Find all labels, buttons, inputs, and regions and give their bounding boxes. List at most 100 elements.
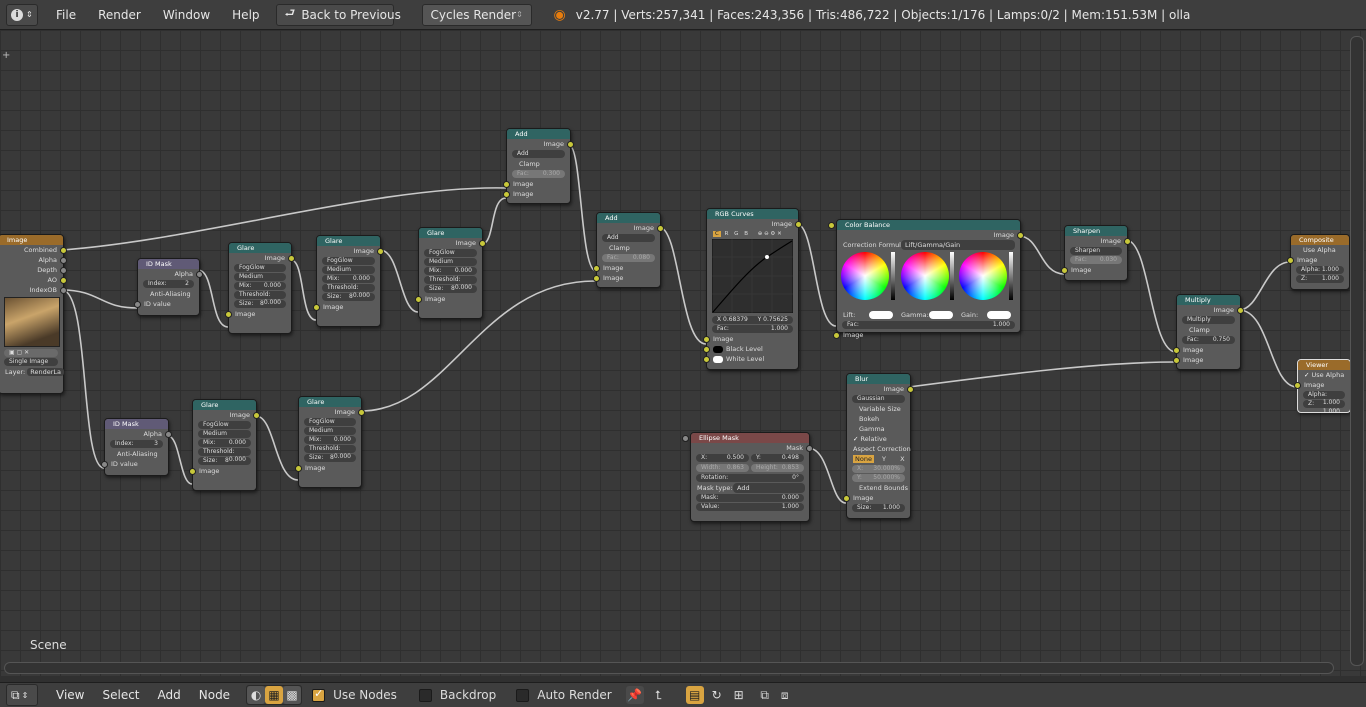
use-alpha-checkbox[interactable]: Use Alpha — [1291, 245, 1349, 255]
glare-type-select[interactable]: FogGlow — [322, 257, 375, 265]
quality-select[interactable]: Medium — [198, 430, 251, 438]
backdrop-toggle[interactable]: Backdrop — [418, 688, 496, 702]
lift-color-wheel[interactable] — [841, 252, 889, 300]
parent-tree-icon[interactable]: ⮤ — [650, 686, 668, 704]
gamma-checkbox[interactable]: Gamma — [847, 424, 910, 434]
mix-field[interactable]: Mix: 0.000 — [198, 439, 251, 447]
menu-select[interactable]: Select — [94, 685, 147, 705]
glare-type-select[interactable]: FogGlow — [198, 421, 251, 429]
blend-type-select[interactable]: Add — [602, 234, 655, 242]
lift-value-slider[interactable] — [891, 252, 895, 300]
mix-field[interactable]: Mix: 0.000 — [424, 267, 477, 275]
threshold-field[interactable]: Threshold: 0.000 — [322, 284, 375, 299]
aspect-correction-toggle[interactable]: None Y X — [847, 454, 910, 464]
fac-field[interactable]: Fac: 0.080 — [602, 254, 655, 262]
menu-view[interactable]: View — [48, 685, 92, 705]
variable-size-checkbox[interactable]: Variable Size — [847, 404, 910, 414]
bokeh-checkbox[interactable]: Bokeh — [847, 414, 910, 424]
texture-tree-icon[interactable]: ▩ — [283, 686, 302, 704]
paste-icon[interactable]: ⧈ — [776, 686, 794, 704]
gain-color-wheel[interactable] — [959, 252, 1007, 300]
gamma-swatch[interactable] — [929, 311, 953, 319]
clamp-checkbox[interactable]: Clamp — [507, 159, 570, 169]
correction-formula-select[interactable]: Lift/Gamma/Gain — [901, 240, 1015, 250]
x-field[interactable]: X: 30.000% — [852, 465, 905, 473]
menu-add[interactable]: Add — [150, 685, 189, 705]
image-source-select[interactable]: Single Image — [4, 358, 58, 366]
node-ellipse-mask[interactable]: Ellipse Mask Mask X: 0.500 Y: 0.498 Width:… — [682, 432, 813, 522]
vertical-scrollbar[interactable] — [1350, 36, 1364, 666]
zoom-icon[interactable]: ⊕ ⊖ ⚙ ✕ — [758, 231, 782, 237]
image-datablock-field[interactable]: ▣ ▢ ✕ — [4, 349, 58, 357]
lift-swatch[interactable] — [869, 311, 893, 319]
snap-icon[interactable]: ↻ — [708, 686, 726, 704]
free-unused-icon[interactable]: ▤ — [685, 686, 704, 704]
back-to-previous-button[interactable]: ⮐ Back to Previous — [275, 3, 401, 26]
anti-aliasing-checkbox[interactable]: Anti-Aliasing — [105, 449, 168, 459]
gamma-color-wheel[interactable] — [901, 252, 949, 300]
value-field[interactable]: Value: 1.000 — [682, 435, 804, 511]
blend-type-select[interactable]: Multiply — [1182, 316, 1235, 324]
render-engine-select[interactable]: Cycles Render ⇕ — [421, 3, 532, 26]
quality-select[interactable]: Medium — [304, 427, 356, 435]
menu-help[interactable]: Help — [224, 5, 267, 25]
threshold-field[interactable]: Threshold: 0.000 — [304, 445, 356, 460]
node-glare-1[interactable]: Glare Image FogGlow Medium Mix: 0.000 Thr… — [225, 242, 295, 334]
shader-tree-icon[interactable]: ◐ — [247, 686, 266, 704]
index-field[interactable]: Index: 2 — [143, 280, 194, 288]
node-blur[interactable]: Blur Image Gaussian Variable Size Bokeh … — [843, 373, 914, 519]
use-nodes-toggle[interactable]: ✓ Use Nodes — [312, 687, 397, 702]
filter-type-select[interactable]: Gaussian — [852, 395, 905, 403]
editor-type-button[interactable]: ⧉ ⇕ — [6, 684, 38, 706]
fac-field[interactable]: Fac: 1.000 — [828, 222, 1015, 329]
x-field[interactable]: X: 0.500 — [696, 454, 749, 462]
use-alpha-checkbox[interactable]: ✓ Use Alpha — [1298, 370, 1350, 380]
alpha-field[interactable]: Alpha: 1.000 — [1303, 391, 1345, 406]
width-field[interactable]: Width: 0.863 — [696, 464, 749, 472]
y-field[interactable]: Y: 50.000% — [852, 474, 905, 482]
y-field[interactable]: Y: 0.498 — [751, 454, 804, 462]
node-id-mask-2[interactable]: ID Mask Alpha Index: 3 Anti-Aliasing ID v… — [101, 418, 172, 476]
quality-select[interactable]: Medium — [234, 273, 286, 281]
alpha-field[interactable]: Alpha: 1.000 — [1296, 266, 1344, 274]
clamp-checkbox[interactable]: Clamp — [1177, 325, 1240, 335]
menu-node[interactable]: Node — [191, 685, 238, 705]
pin-icon[interactable]: 📌 — [625, 686, 644, 704]
z-field[interactable]: Z: 1.000 — [1296, 275, 1344, 283]
horizontal-scrollbar[interactable] — [4, 662, 1334, 674]
quality-select[interactable]: Medium — [322, 266, 375, 274]
node-glare-3[interactable]: Glare Image FogGlow Medium Mix: 0.000 Thr… — [415, 227, 486, 319]
glare-type-select[interactable]: FogGlow — [234, 264, 286, 272]
node-editor-canvas[interactable]: + Image Combined Alpha Depth AO IndexOB … — [0, 30, 1366, 676]
threshold-field[interactable]: Threshold: 0.000 — [198, 448, 251, 463]
editor-type-button[interactable]: i ⇕ — [6, 3, 38, 26]
menu-file[interactable]: File — [48, 5, 84, 25]
node-glare-4[interactable]: Glare Image FogGlow Medium Mix: 0.000 Thr… — [189, 399, 260, 491]
quality-select[interactable]: Medium — [424, 258, 477, 266]
node-multiply[interactable]: Multiply Image Multiply Clamp Fac: 0.750 … — [1173, 294, 1244, 370]
node-color-balance[interactable]: Color Balance Image Correction Formula: L… — [828, 219, 1024, 339]
node-glare-2[interactable]: Glare Image FogGlow Medium Mix: 0.000 Thr… — [313, 235, 384, 327]
compositing-tree-icon[interactable]: ▦ — [265, 686, 284, 704]
mix-field[interactable]: Mix: 0.000 — [304, 436, 356, 444]
fac-field[interactable]: Fac: 0.030 — [1070, 256, 1122, 264]
fac-field[interactable]: Fac: 0.300 — [512, 170, 565, 178]
threshold-field[interactable]: Threshold: 0.000 — [424, 276, 477, 291]
rotation-field[interactable]: Rotation: 0° — [696, 474, 804, 482]
node-glare-5[interactable]: Glare Image FogGlow Medium Mix: 0.000 Thr… — [295, 396, 365, 488]
layer-select[interactable]: RenderLa — [27, 368, 65, 376]
clamp-checkbox[interactable]: Clamp — [597, 243, 660, 253]
glare-type-select[interactable]: FogGlow — [424, 249, 477, 257]
filter-type-select[interactable]: Sharpen — [1070, 247, 1122, 255]
mix-field[interactable]: Mix: 0.000 — [234, 282, 286, 290]
plus-icon[interactable]: + — [2, 50, 10, 61]
mask-field[interactable]: Mask: 0.000 — [682, 435, 804, 502]
blend-type-select[interactable]: Add — [512, 150, 565, 158]
curve-channel-tabs[interactable]: C R G B ⊕ ⊖ ⚙ ✕ — [707, 229, 798, 239]
relative-checkbox[interactable]: ✓ Relative — [847, 434, 910, 444]
curve-point-xy[interactable]: X 0.68379 Y 0.75625 — [712, 316, 793, 324]
node-viewer[interactable]: Viewer ✓ Use Alpha Image Alpha: 1.000 Z: 1… — [1294, 359, 1351, 415]
gain-swatch[interactable] — [987, 311, 1011, 319]
node-image[interactable]: Image Combined Alpha Depth AO IndexOB ▣ … — [0, 234, 67, 394]
snap-element-icon[interactable]: ⊞ — [730, 686, 748, 704]
